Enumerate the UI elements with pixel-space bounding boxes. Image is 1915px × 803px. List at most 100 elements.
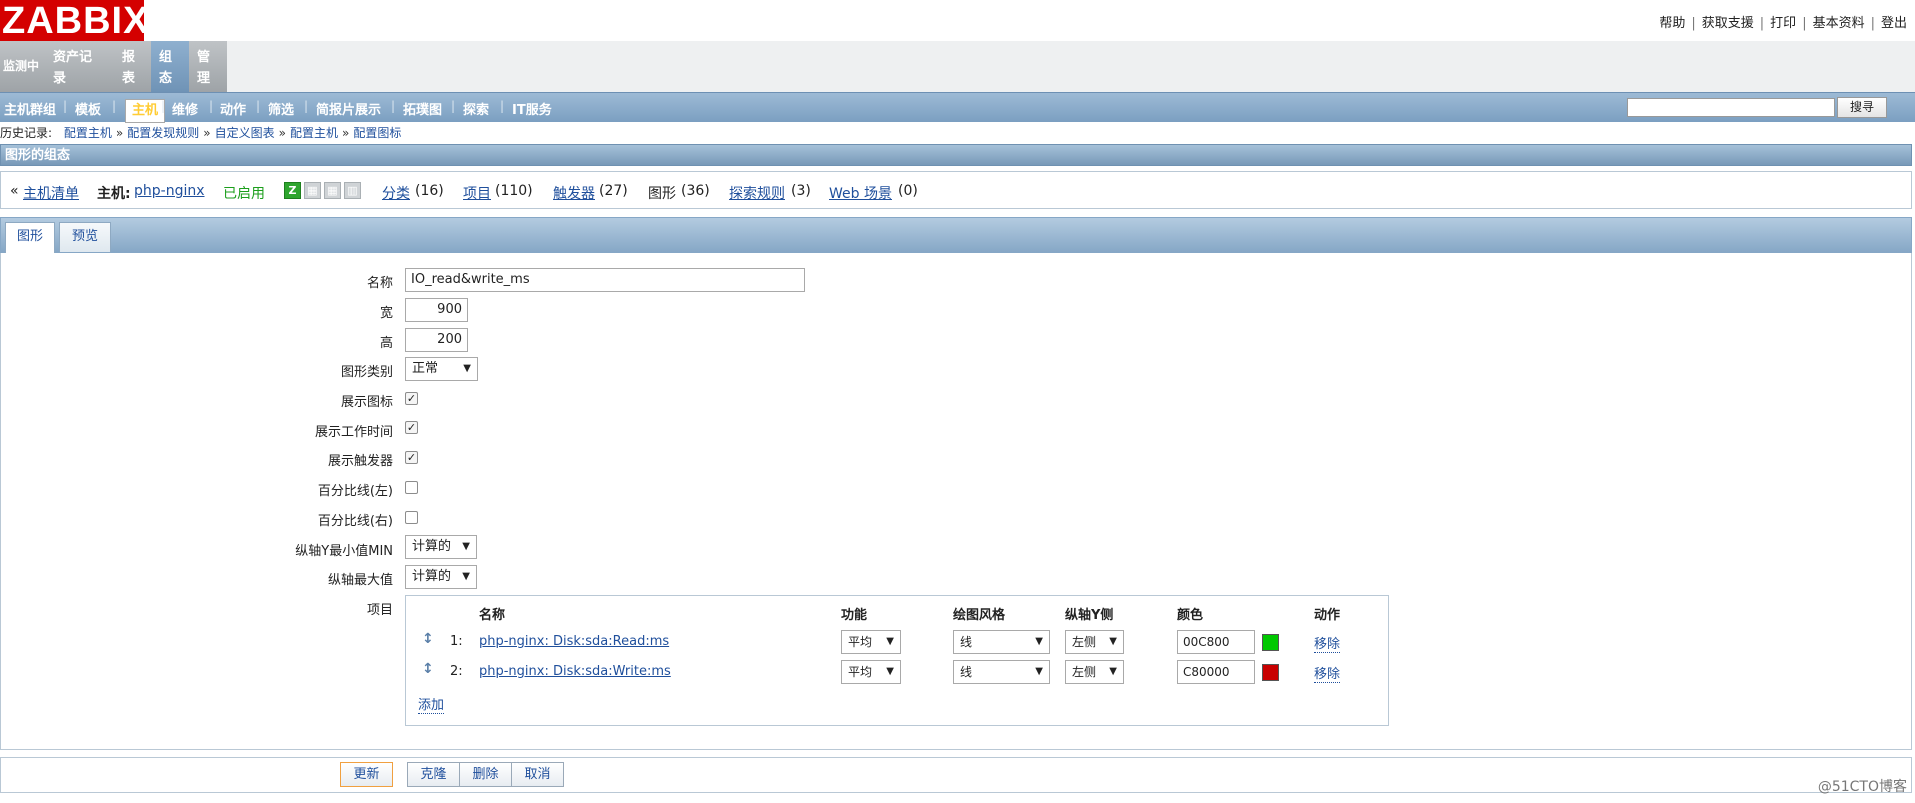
item-color-input[interactable]: C80000 (1177, 660, 1255, 684)
submenu-hosts[interactable]: 主机 (125, 99, 166, 123)
menu-configuration[interactable]: 组态 (151, 41, 189, 92)
zabbix-logo[interactable]: ZABBIX (0, 0, 148, 42)
separator: | (63, 99, 68, 113)
ymin-label: 纵轴Y最小值MIN (295, 544, 393, 559)
height-input[interactable]: 200 (405, 328, 468, 352)
logout-link[interactable]: 登出 (1881, 16, 1907, 31)
item-y-axis-select[interactable]: 左侧 ▼ (1065, 630, 1124, 654)
percent-right-label: 百分比线(右) (317, 514, 393, 529)
host-list-link[interactable]: 主机清单 (23, 183, 79, 203)
ymax-label: 纵轴最大值 (327, 573, 393, 588)
item-draw-style-select[interactable]: 线 ▼ (953, 660, 1050, 684)
submenu-discovery-filter[interactable]: 筛选 (268, 99, 294, 118)
separator: | (304, 99, 309, 113)
name-input[interactable]: IO_read&write_ms (405, 268, 805, 292)
host-name-link[interactable]: php-nginx (134, 183, 205, 199)
update-button[interactable]: 更新 (340, 762, 393, 787)
delete-button[interactable]: 删除 (459, 762, 512, 787)
remove-item-link[interactable]: 移除 (1314, 633, 1341, 653)
items-link[interactable]: 项目 (463, 183, 491, 203)
items-count: (110) (495, 183, 533, 199)
separator: | (112, 99, 117, 113)
submenu-actions[interactable]: 动作 (220, 99, 246, 118)
breadcrumb-arrow: » (115, 126, 124, 140)
color-picker-swatch[interactable] (1262, 634, 1279, 651)
host-status[interactable]: 已启用 (223, 183, 265, 203)
ymin-select[interactable]: 计算的 ▼ (405, 535, 477, 559)
submenu-templates[interactable]: 模板 (75, 99, 101, 118)
profile-link[interactable]: 基本资料 (1813, 16, 1865, 31)
drag-handle-icon[interactable]: ↕ (422, 631, 434, 647)
help-link[interactable]: 帮助 (1659, 16, 1685, 31)
chevron-down-icon: ▼ (463, 363, 471, 374)
web-scenarios-link[interactable]: Web 场景 (829, 183, 892, 203)
menu-administration[interactable]: 管理 (189, 41, 227, 92)
history-item[interactable]: 自定义图表 (215, 126, 275, 140)
host-label: 主机: (97, 186, 131, 202)
print-link[interactable]: 打印 (1770, 16, 1796, 31)
show-legend-checkbox[interactable]: ✓ (405, 392, 418, 405)
item-name-link[interactable]: php-nginx: Disk:sda:Write:ms (479, 664, 671, 679)
history-item[interactable]: 配置主机 (64, 126, 112, 140)
width-input[interactable]: 900 (405, 298, 468, 322)
drag-handle-icon[interactable]: ↕ (422, 661, 434, 677)
color-picker-swatch[interactable] (1262, 664, 1279, 681)
chevron-down-icon: ▼ (1109, 636, 1117, 647)
search-input[interactable] (1627, 98, 1835, 117)
add-item-link[interactable]: 添加 (418, 694, 445, 714)
item-y-axis-value: 左侧 (1072, 665, 1097, 679)
history-item[interactable]: 配置主机 (290, 126, 338, 140)
support-link[interactable]: 获取支援 (1702, 16, 1754, 31)
discovery-rules-link[interactable]: 探索规则 (729, 183, 785, 203)
chevron-down-icon: ▼ (462, 571, 470, 582)
tab-graph[interactable]: 图形 (5, 222, 55, 253)
clone-button[interactable]: 克隆 (407, 762, 460, 787)
menu-reports[interactable]: 报表 (114, 41, 151, 92)
percent-left-checkbox[interactable] (405, 481, 418, 494)
breadcrumb-arrow: » (278, 126, 286, 140)
ymax-select[interactable]: 计算的 ▼ (405, 565, 477, 589)
tab-preview[interactable]: 预览 (59, 222, 111, 252)
item-draw-style-select[interactable]: 线 ▼ (953, 630, 1050, 654)
item-function-select[interactable]: 平均 ▼ (841, 630, 901, 654)
separator: | (209, 99, 214, 113)
applications-link[interactable]: 分类 (382, 183, 410, 203)
name-label: 名称 (366, 276, 393, 291)
header-function: 功能 (841, 608, 868, 623)
remove-item-link[interactable]: 移除 (1314, 663, 1341, 683)
menu-monitoring[interactable]: 监测中 (0, 41, 45, 92)
submenu-discovery[interactable]: 探索 (463, 99, 489, 118)
history-breadcrumb: 历史记录: 配置主机» 配置发现规则» 自定义图表» 配置主机» 配置图标 (0, 124, 401, 141)
search-button[interactable]: 搜寻 (1837, 97, 1887, 118)
item-color-input[interactable]: 00C800 (1177, 630, 1255, 654)
back-arrow: « (10, 183, 19, 199)
menu-inventory[interactable]: 资产记录 (45, 41, 114, 92)
item-y-axis-select[interactable]: 左侧 ▼ (1065, 660, 1124, 684)
section-title: 图形的组态 (0, 144, 1912, 166)
show-triggers-checkbox[interactable]: ✓ (405, 451, 418, 464)
row-number: 2: (450, 664, 463, 679)
submenu-maintenance[interactable]: 维修 (172, 99, 198, 118)
menu-label-line: 管 (197, 50, 211, 65)
show-worktime-checkbox[interactable]: ✓ (405, 421, 418, 434)
history-item[interactable]: 配置图标 (353, 126, 401, 140)
cancel-button[interactable]: 取消 (511, 762, 564, 787)
history-item[interactable]: 配置发现规则 (127, 126, 199, 140)
triggers-link[interactable]: 触发器 (553, 183, 595, 203)
item-name-link[interactable]: php-nginx: Disk:sda:Read:ms (479, 634, 669, 649)
header-name: 名称 (479, 608, 506, 623)
graph-type-select[interactable]: 正常 ▼ (405, 357, 478, 381)
submenu-it-services[interactable]: IT服务 (512, 99, 552, 118)
submenu-host-groups[interactable]: 主机群组 (4, 99, 56, 118)
percent-right-checkbox[interactable] (405, 511, 418, 524)
menu-label-line: 报 (122, 50, 136, 65)
percent-left-label: 百分比线(左) (317, 484, 393, 499)
item-function-select[interactable]: 平均 ▼ (841, 660, 901, 684)
show-worktime-label: 展示工作时间 (314, 425, 393, 440)
menu-label: 监测中 (3, 59, 40, 73)
separator: | (391, 99, 396, 113)
chevron-down-icon: ▼ (1109, 666, 1117, 677)
submenu-slides[interactable]: 简报片展示 (316, 99, 381, 118)
form-footer (0, 757, 1912, 793)
submenu-maps[interactable]: 拓璞图 (403, 99, 442, 118)
